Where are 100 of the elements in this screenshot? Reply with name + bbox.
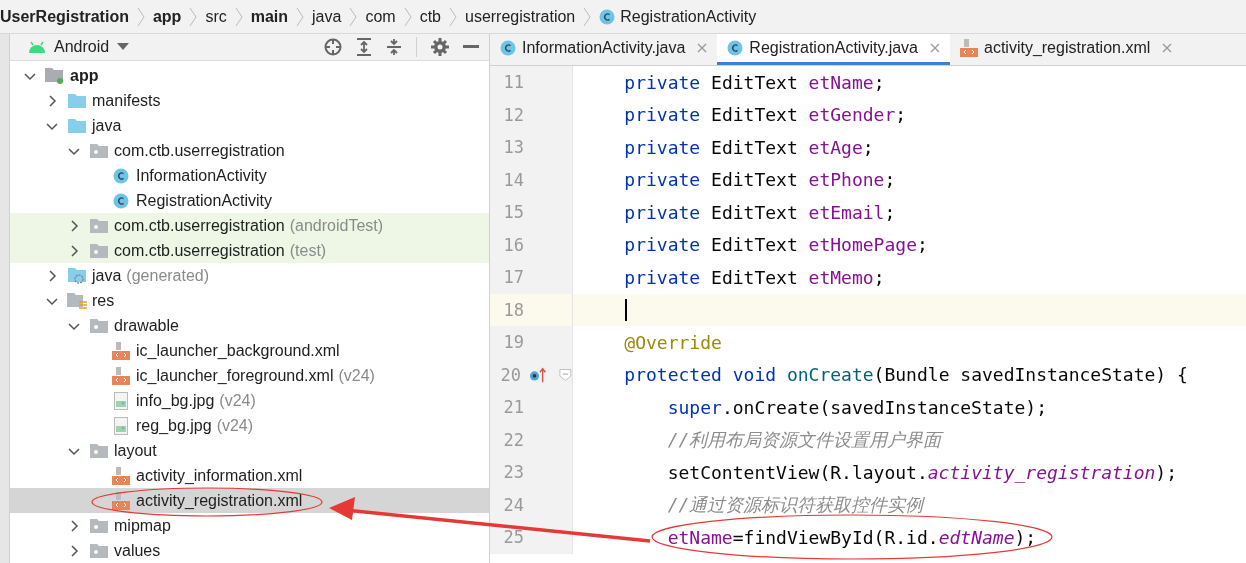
- expand-chevron-icon[interactable]: [68, 519, 80, 532]
- tree-item[interactable]: com.ctb.userregistration: [10, 138, 489, 163]
- tree-item[interactable]: com.ctb.userregistration (androidTest): [10, 213, 489, 238]
- line-number: 16: [502, 234, 524, 255]
- code-line: setContentView(R.layout.activity_registration);: [667, 461, 1178, 483]
- breadcrumb-item[interactable]: com: [365, 7, 396, 26]
- tree-item[interactable]: res: [10, 288, 489, 313]
- breadcrumb-item[interactable]: app: [152, 7, 182, 26]
- locate-icon[interactable]: [324, 38, 342, 56]
- xml-file-icon: [112, 491, 130, 510]
- xml-file-icon: [112, 341, 130, 360]
- code-line: private EditText etName;: [624, 71, 885, 93]
- tree-item[interactable]: reg_bg.jpg (v24): [10, 413, 489, 438]
- line-number: 11: [502, 72, 524, 93]
- tree-item[interactable]: values: [10, 538, 489, 563]
- expand-all-icon[interactable]: [356, 38, 372, 56]
- tree-item[interactable]: com.ctb.userregistration (test): [10, 238, 489, 263]
- breadcrumb-item[interactable]: UserRegistration: [0, 7, 129, 26]
- close-icon[interactable]: [930, 43, 940, 53]
- tree-item[interactable]: layout: [10, 438, 489, 463]
- package-folder-icon: [90, 443, 108, 458]
- image-file-icon: [114, 391, 128, 410]
- separator-icon: [583, 6, 592, 27]
- separator-icon: [136, 6, 145, 27]
- separator-icon: [189, 6, 198, 27]
- line-number: 14: [502, 169, 524, 190]
- code-line: //利用布局资源文件设置用户界面: [667, 427, 942, 452]
- xml-file-icon: [112, 366, 130, 385]
- package-folder-icon: [90, 143, 108, 158]
- view-selector[interactable]: Android: [28, 38, 130, 56]
- line-number: 21: [502, 397, 524, 418]
- expand-chevron-icon[interactable]: [46, 94, 58, 107]
- close-icon[interactable]: [697, 43, 708, 53]
- tree-item[interactable]: drawable: [10, 313, 489, 338]
- collapse-all-icon[interactable]: [386, 38, 402, 56]
- tree-item[interactable]: mipmap: [10, 513, 489, 538]
- separator-icon: [349, 6, 358, 27]
- package-folder-icon: [90, 243, 108, 258]
- tree-item[interactable]: info_bg.jpg (v24): [10, 388, 489, 413]
- override-marker-icon[interactable]: [529, 365, 548, 384]
- code-line: protected void onCreate(Bundle savedInstanceState) {: [624, 364, 1188, 386]
- expand-chevron-icon[interactable]: [46, 269, 58, 282]
- package-folder-icon: [90, 318, 108, 333]
- separator-icon: [449, 6, 457, 27]
- code-line: etName=findViewById(R.id.edtName);: [667, 526, 1037, 548]
- tree-item[interactable]: InformationActivity: [10, 163, 489, 188]
- generated-folder-icon: [68, 267, 86, 284]
- expand-chevron-icon[interactable]: [68, 544, 80, 557]
- class-icon: [500, 40, 516, 56]
- tree-item[interactable]: activity_information.xml: [10, 463, 489, 488]
- folder-icon: [68, 93, 86, 108]
- tree-item[interactable]: activity_registration.xml: [10, 488, 489, 513]
- code-line: private EditText etGender;: [624, 104, 907, 126]
- dropdown-caret-icon: [117, 43, 130, 51]
- tree-item[interactable]: RegistrationActivity: [10, 188, 489, 213]
- package-folder-icon: [90, 543, 108, 558]
- tree-item[interactable]: ic_launcher_background.xml: [10, 338, 489, 363]
- image-file-icon: [114, 416, 128, 435]
- line-number: 20: [499, 364, 521, 385]
- editor-tab[interactable]: InformationActivity.java: [490, 34, 718, 65]
- expand-chevron-icon[interactable]: [68, 244, 80, 257]
- code-line: @Override: [624, 331, 722, 353]
- settings-icon[interactable]: [431, 38, 449, 56]
- close-icon[interactable]: [1162, 43, 1173, 53]
- breadcrumb-item[interactable]: ctb: [419, 7, 441, 26]
- resource-folder-icon: [67, 292, 87, 309]
- tree-item[interactable]: app: [10, 63, 489, 88]
- expand-chevron-icon[interactable]: [68, 219, 80, 232]
- xml-file-icon: [112, 466, 130, 485]
- folder-icon: [68, 118, 86, 133]
- breadcrumb-item[interactable]: RegistrationActivity: [599, 7, 757, 26]
- line-number: 22: [502, 429, 524, 450]
- tree-item[interactable]: java (generated): [10, 263, 489, 288]
- breadcrumb-item[interactable]: main: [250, 7, 289, 26]
- line-number: 18: [502, 299, 524, 320]
- breadcrumb-item[interactable]: userregistration: [465, 7, 576, 26]
- editor-tab[interactable]: RegistrationActivity.java: [717, 34, 950, 65]
- breadcrumb-item[interactable]: src: [205, 7, 227, 26]
- code-line: private EditText etAge;: [624, 136, 874, 158]
- separator-icon: [296, 6, 305, 27]
- tree-item[interactable]: java: [10, 113, 489, 138]
- code-line: private EditText etEmail;: [624, 201, 896, 223]
- line-number: 15: [502, 202, 524, 223]
- package-folder-icon: [90, 218, 108, 233]
- code-line: private EditText etMemo;: [624, 266, 885, 288]
- code-line: private EditText etHomePage;: [624, 234, 928, 256]
- text-caret: [625, 298, 627, 321]
- line-number: 25: [502, 527, 524, 548]
- editor-tab[interactable]: activity_registration.xml: [950, 34, 1183, 65]
- class-icon: [599, 8, 616, 25]
- line-number: 23: [502, 462, 524, 483]
- minimize-icon[interactable]: [463, 45, 479, 49]
- breadcrumb-item[interactable]: java: [312, 7, 342, 26]
- tree-item[interactable]: ic_launcher_foreground.xml (v24): [10, 363, 489, 388]
- package-folder-icon: [90, 518, 108, 533]
- android-icon: [28, 41, 46, 53]
- line-number: 24: [502, 494, 524, 515]
- code-line: //通过资源标识符获取控件实例: [667, 492, 924, 517]
- tree-item[interactable]: manifests: [10, 88, 489, 113]
- class-icon: [727, 40, 744, 56]
